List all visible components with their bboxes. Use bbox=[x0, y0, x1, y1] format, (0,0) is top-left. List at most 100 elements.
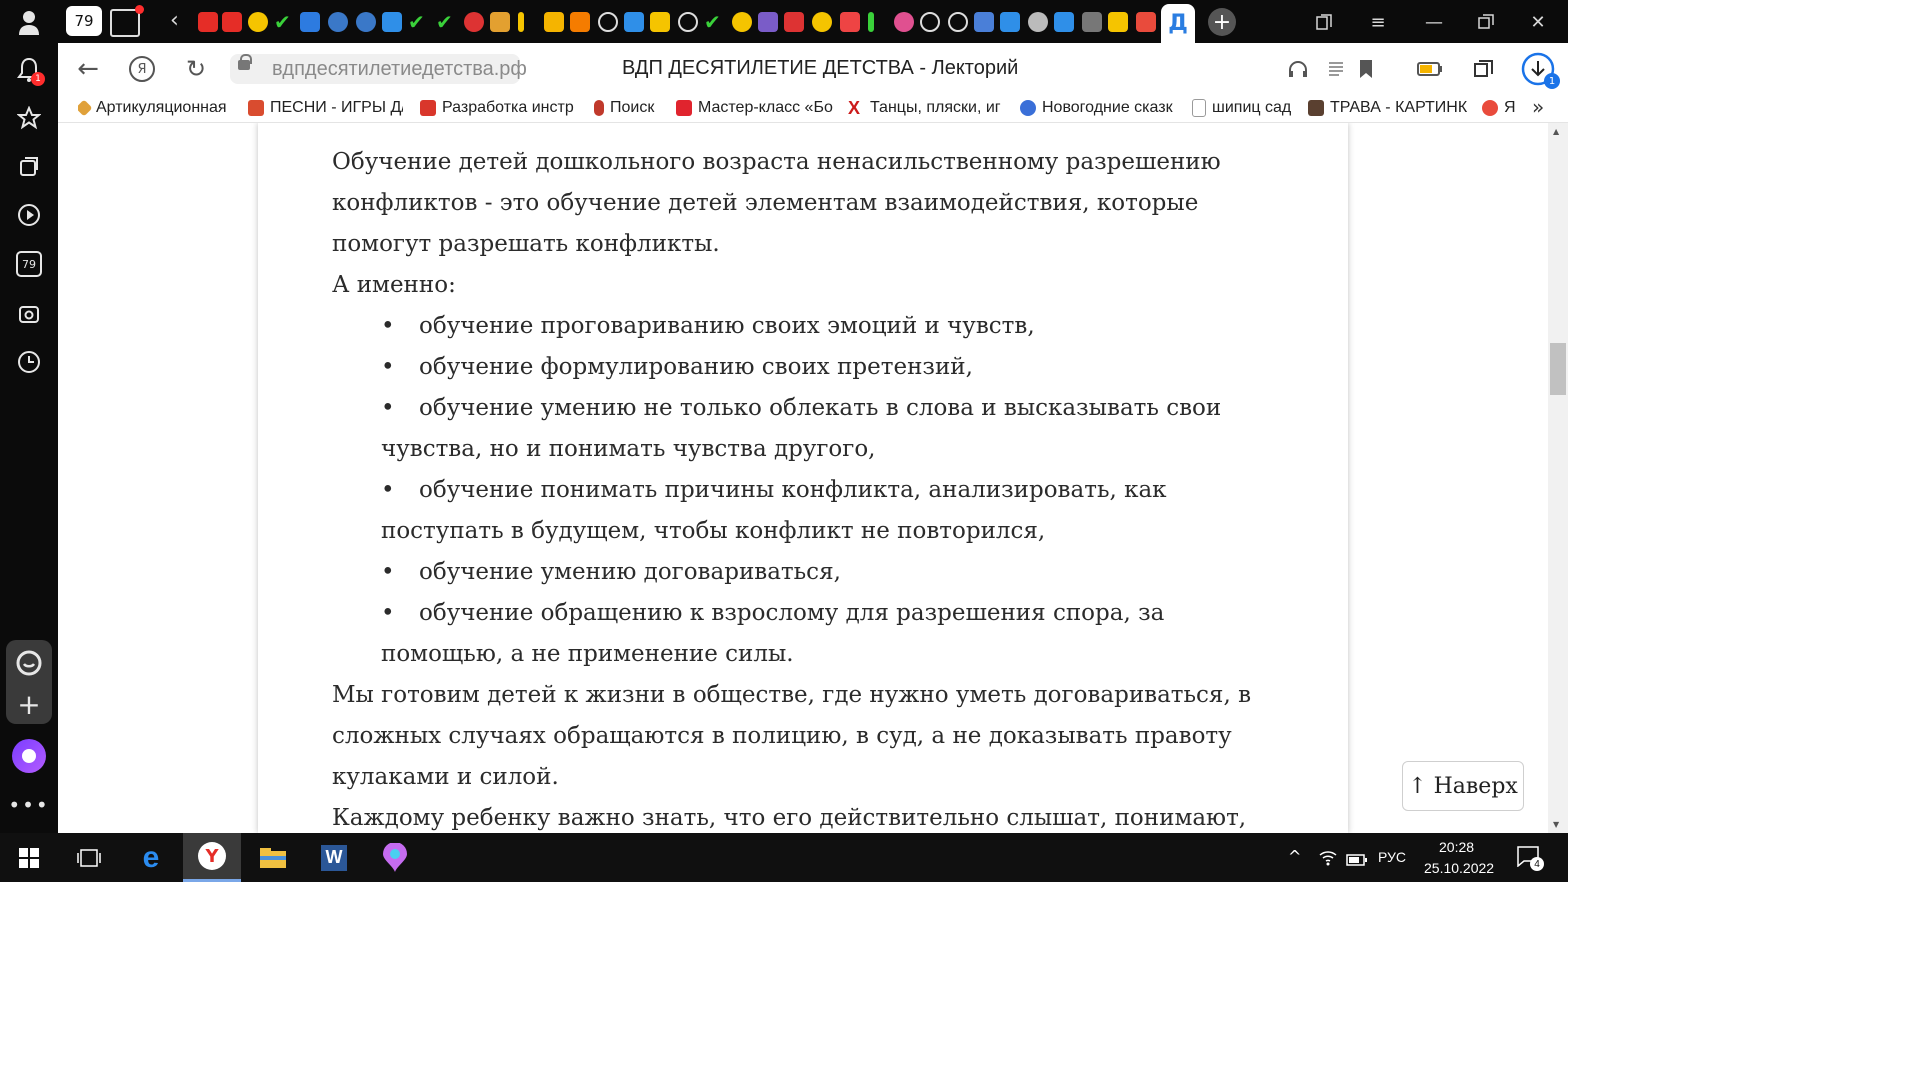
bookmark-item[interactable]: ТРАВА - КАРТИНК bbox=[1308, 98, 1468, 118]
more-bookmarks-icon[interactable]: » bbox=[1532, 95, 1544, 119]
tab-icon[interactable] bbox=[248, 12, 268, 32]
bookmark-favicon bbox=[420, 100, 436, 116]
tab-icon[interactable] bbox=[222, 12, 242, 32]
bookmark-item[interactable]: шипиц сад bbox=[1192, 98, 1298, 118]
tab-icon[interactable] bbox=[198, 12, 218, 32]
bookmark-icon[interactable] bbox=[1352, 55, 1380, 83]
tab-icon[interactable] bbox=[518, 12, 524, 32]
start-button[interactable] bbox=[0, 833, 58, 882]
bookmark-item[interactable]: X Танцы, пляски, иг bbox=[848, 98, 1004, 118]
tab-icon[interactable] bbox=[300, 12, 320, 32]
new-tab-group-icon[interactable] bbox=[110, 5, 144, 37]
url-text[interactable]: вдпдесятилетиедетства.рф bbox=[272, 58, 527, 81]
tab-icon[interactable] bbox=[812, 12, 832, 32]
clock-time[interactable]: 20:28 bbox=[1439, 839, 1474, 855]
tab-icon[interactable] bbox=[1108, 12, 1128, 32]
menu-icon[interactable]: ≡ bbox=[1358, 8, 1398, 36]
action-center-icon[interactable]: 4 bbox=[1516, 845, 1544, 871]
input-language[interactable]: РУС bbox=[1378, 849, 1406, 865]
extensions-icon[interactable] bbox=[1470, 55, 1498, 83]
tab-counter-button[interactable]: 79 bbox=[66, 6, 102, 36]
bookmark-item[interactable]: Разработка инстр bbox=[420, 98, 578, 118]
bookmark-item[interactable]: Мастер-класс «Бо bbox=[676, 98, 834, 118]
collections-icon[interactable] bbox=[9, 147, 49, 187]
clock-date[interactable]: 25.10.2022 bbox=[1424, 860, 1494, 876]
yandex-logo-icon[interactable]: Я bbox=[128, 55, 156, 83]
alice-assistant-icon[interactable] bbox=[9, 736, 49, 776]
tab-icon[interactable] bbox=[624, 12, 644, 32]
tab-icon[interactable] bbox=[356, 12, 376, 32]
page-scrollbar[interactable]: ▲ ▼ bbox=[1548, 123, 1568, 833]
tab-icon[interactable] bbox=[732, 12, 752, 32]
bookmark-item[interactable]: ПЕСНИ - ИГРЫ Д/ bbox=[248, 98, 403, 118]
reader-mode-icon[interactable] bbox=[1322, 55, 1350, 83]
tab-icon[interactable] bbox=[758, 12, 778, 32]
tab-icon[interactable] bbox=[570, 12, 590, 32]
tab-icon[interactable] bbox=[784, 12, 804, 32]
notifications-bell-icon[interactable]: 1 bbox=[9, 50, 49, 90]
profile-icon[interactable] bbox=[9, 2, 49, 42]
tab-icon[interactable] bbox=[868, 12, 874, 32]
close-window-button[interactable]: ✕ bbox=[1518, 8, 1558, 36]
wifi-icon[interactable] bbox=[1318, 848, 1338, 870]
minimize-button[interactable]: — bbox=[1414, 8, 1454, 36]
tab-manager-icon[interactable] bbox=[1304, 8, 1344, 36]
show-hidden-icons-chevron[interactable]: ^ bbox=[1288, 847, 1301, 866]
tab-icon[interactable] bbox=[678, 12, 698, 32]
tab-icon[interactable] bbox=[650, 12, 670, 32]
tab-icon[interactable] bbox=[1028, 12, 1048, 32]
refresh-panel-icon[interactable] bbox=[9, 643, 49, 683]
tab-icon[interactable] bbox=[974, 12, 994, 32]
tab-check-icon[interactable]: ✔ bbox=[436, 12, 456, 32]
tab-check-icon[interactable]: ✔ bbox=[408, 12, 428, 32]
tab-icon[interactable] bbox=[1136, 12, 1156, 32]
tab-icon[interactable] bbox=[1000, 12, 1020, 32]
scrollbar-thumb[interactable] bbox=[1550, 343, 1566, 395]
tab-icon[interactable] bbox=[948, 12, 968, 32]
downloads-icon[interactable]: 1 bbox=[1520, 51, 1560, 89]
reload-icon[interactable]: ↻ bbox=[182, 55, 210, 83]
file-explorer-icon[interactable] bbox=[244, 833, 302, 882]
tab-check-icon[interactable]: ✔ bbox=[704, 12, 724, 32]
scroll-tabs-left-icon[interactable]: ‹ bbox=[170, 8, 179, 33]
history-clock-icon[interactable] bbox=[9, 342, 49, 382]
add-panel-icon[interactable]: + bbox=[9, 684, 49, 724]
back-arrow-icon[interactable]: ← bbox=[74, 54, 102, 84]
yandex-browser-taskbar-icon[interactable]: Y bbox=[183, 833, 241, 882]
video-play-icon[interactable] bbox=[9, 195, 49, 235]
task-view-icon[interactable] bbox=[60, 833, 118, 882]
bookmark-item[interactable]: Новогодние сказк bbox=[1020, 98, 1176, 118]
favorites-star-icon[interactable] bbox=[9, 98, 49, 138]
tab-icon[interactable] bbox=[464, 12, 484, 32]
tabs-counter-icon[interactable]: 79 bbox=[9, 244, 49, 284]
tab-icon[interactable] bbox=[328, 12, 348, 32]
battery-icon[interactable] bbox=[1346, 851, 1368, 870]
tab-icon[interactable] bbox=[382, 12, 402, 32]
tab-icon[interactable] bbox=[490, 12, 510, 32]
scroll-up-arrow-icon[interactable]: ▲ bbox=[1553, 127, 1559, 136]
bookmarks-bar: Артикуляционная ПЕСНИ - ИГРЫ Д/ Разработ… bbox=[58, 94, 1568, 123]
tab-check-icon[interactable]: ✔ bbox=[274, 12, 294, 32]
battery-saver-icon[interactable] bbox=[1416, 55, 1444, 83]
word-icon[interactable]: W bbox=[305, 833, 363, 882]
bookmark-item[interactable]: Я bbox=[1482, 98, 1522, 118]
tab-icon[interactable] bbox=[544, 12, 564, 32]
headphones-icon[interactable] bbox=[1284, 55, 1312, 83]
article-card: Обучение детей дошкольного возраста нена… bbox=[258, 123, 1348, 833]
scroll-down-arrow-icon[interactable]: ▼ bbox=[1553, 820, 1559, 829]
scroll-to-top-button[interactable]: ↑ Наверх bbox=[1402, 761, 1524, 811]
more-dots-icon[interactable]: ••• bbox=[8, 785, 49, 825]
new-tab-button[interactable]: + bbox=[1208, 8, 1236, 36]
maps-app-icon[interactable] bbox=[366, 833, 424, 882]
edge-browser-icon[interactable]: e bbox=[122, 833, 180, 882]
active-tab[interactable]: Д bbox=[1161, 4, 1195, 43]
tab-icon[interactable] bbox=[1082, 12, 1102, 32]
tab-icon[interactable] bbox=[920, 12, 940, 32]
tab-icon[interactable] bbox=[894, 12, 914, 32]
restore-button[interactable] bbox=[1466, 8, 1506, 36]
bookmark-item[interactable]: Артикуляционная bbox=[78, 98, 233, 118]
tab-icon[interactable] bbox=[840, 12, 860, 32]
tab-icon[interactable] bbox=[1054, 12, 1074, 32]
tab-icon[interactable] bbox=[598, 12, 618, 32]
screenshot-icon[interactable] bbox=[9, 294, 49, 334]
